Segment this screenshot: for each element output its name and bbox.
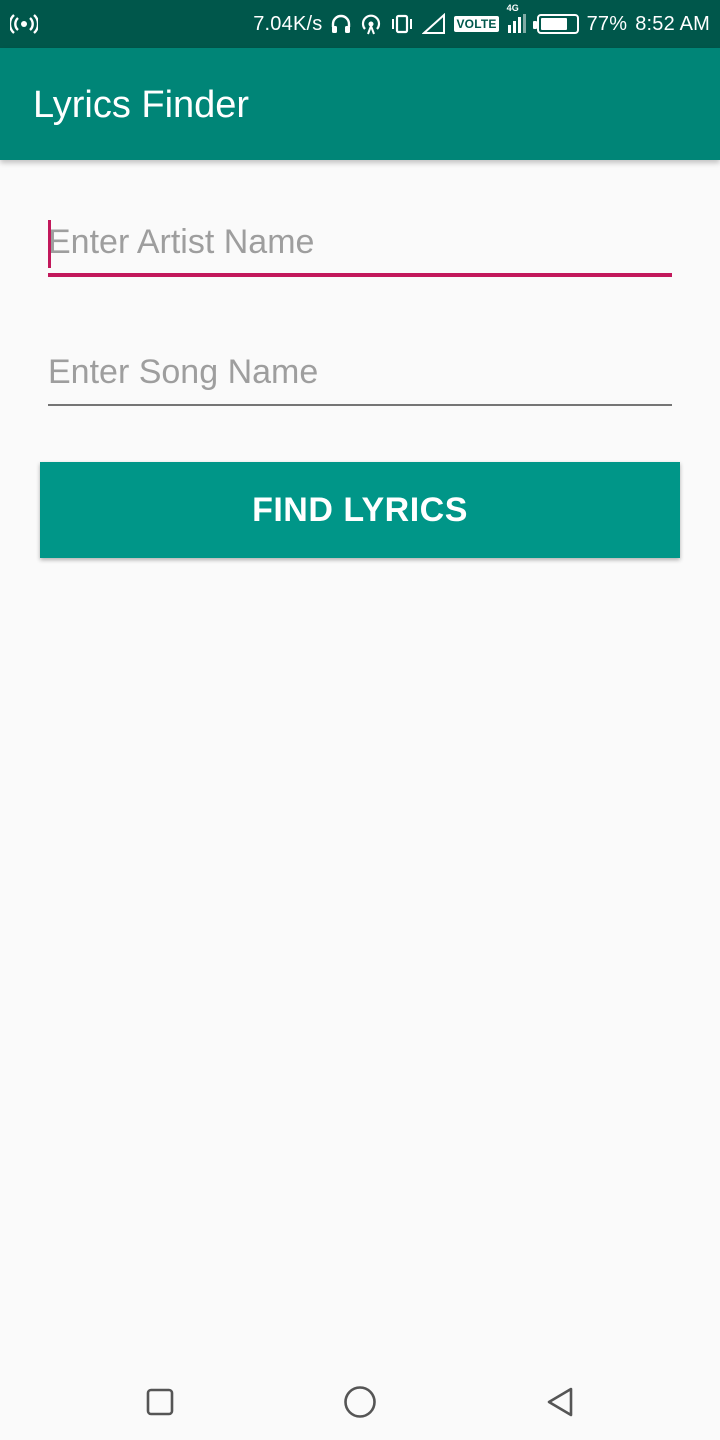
back-icon[interactable] (540, 1382, 580, 1422)
app-screen: 7.04K/s VOLTE 4G 77% 8:52 AM Lyrics Find… (0, 0, 720, 1440)
volte-badge: VOLTE (454, 16, 499, 32)
headphones-icon (330, 13, 352, 35)
net-speed: 7.04K/s (253, 12, 323, 35)
song-name-input[interactable] (48, 346, 672, 406)
signal-bars-icon: 4G (507, 3, 529, 35)
network-type-label: 4G (506, 3, 519, 13)
artist-field-underline (48, 273, 672, 277)
status-bar: 7.04K/s VOLTE 4G 77% 8:52 AM (0, 0, 720, 48)
signal-icon (422, 13, 446, 35)
status-indicators: 7.04K/s VOLTE 4G 77% 8:52 AM (253, 0, 710, 48)
page-title: Lyrics Finder (33, 84, 250, 126)
artist-name-field[interactable] (48, 216, 672, 277)
song-field-underline (48, 404, 672, 406)
clock: 8:52 AM (635, 12, 710, 35)
battery-percent: 77% (586, 12, 628, 35)
wifi-hotspot-icon (360, 13, 382, 35)
text-cursor (48, 220, 51, 268)
vibrate-icon (390, 13, 414, 35)
battery-icon (532, 14, 579, 34)
home-icon[interactable] (340, 1382, 380, 1422)
artist-name-input[interactable] (48, 216, 672, 276)
song-name-field[interactable] (48, 346, 672, 406)
hotspot-icon (8, 12, 40, 36)
recents-icon[interactable] (140, 1382, 180, 1422)
find-lyrics-button[interactable]: FIND LYRICS (40, 462, 680, 558)
navigation-bar (0, 1360, 720, 1440)
app-bar: Lyrics Finder (0, 48, 720, 160)
